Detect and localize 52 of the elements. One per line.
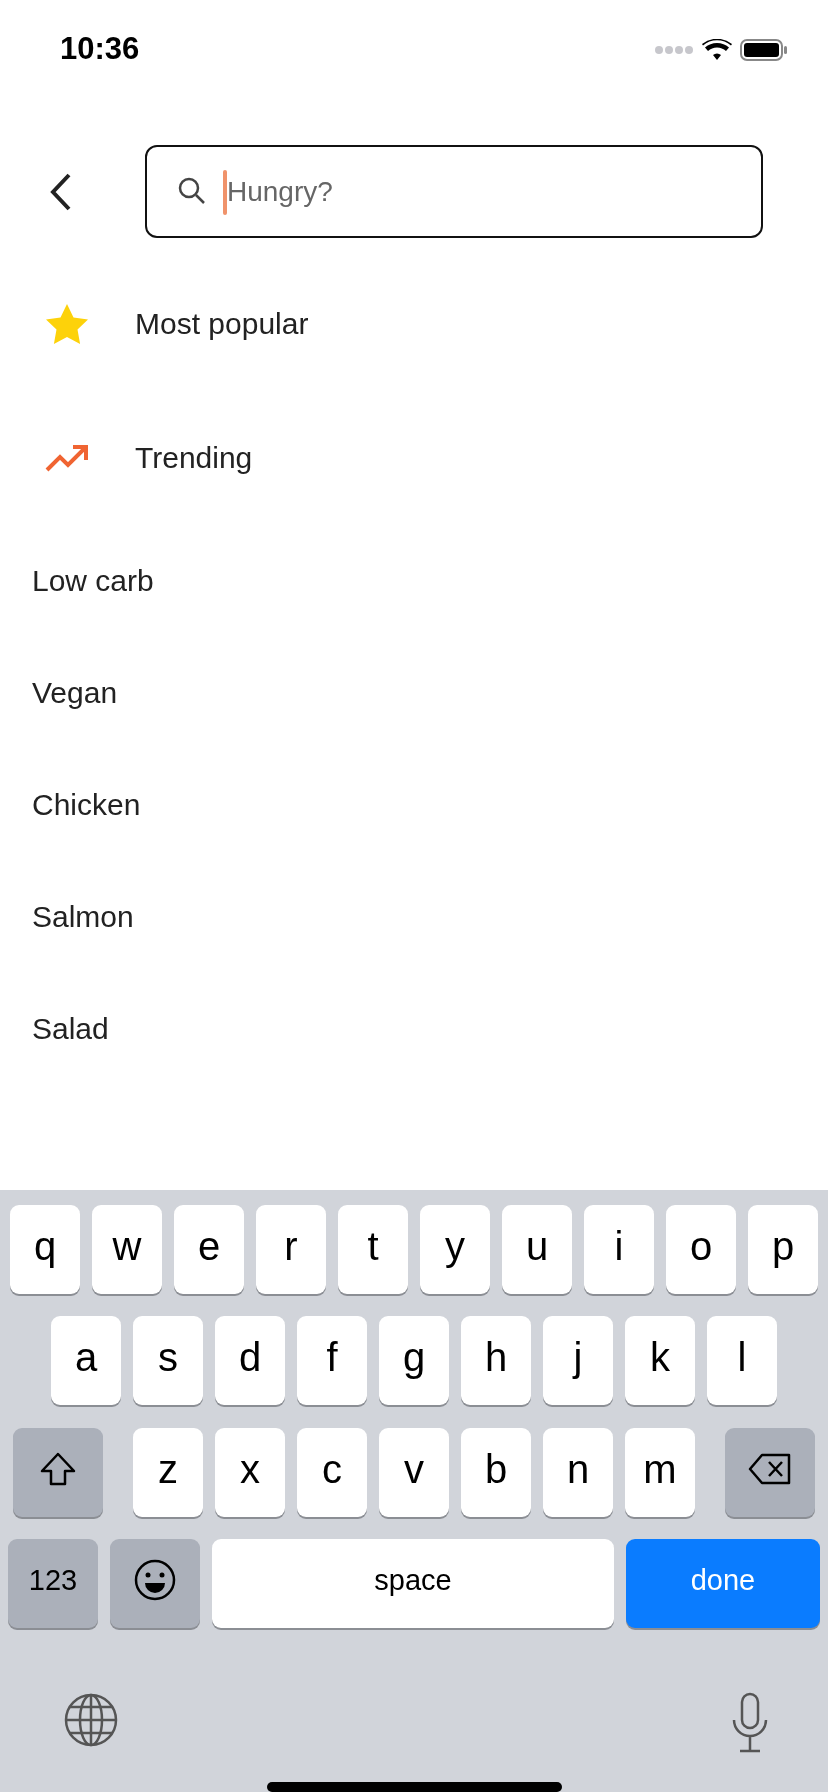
letter-key[interactable]: r <box>256 1205 326 1294</box>
wifi-icon <box>702 39 732 61</box>
status-time: 10:36 <box>60 31 140 67</box>
letter-key[interactable]: x <box>215 1427 285 1517</box>
letter-key[interactable]: u <box>502 1205 572 1294</box>
category-item[interactable]: Salad <box>32 1012 109 1046</box>
letter-key[interactable]: b <box>461 1427 531 1517</box>
letter-key[interactable]: z <box>133 1427 203 1517</box>
letter-key[interactable]: j <box>543 1316 613 1406</box>
numbers-key[interactable]: 123 <box>8 1538 98 1628</box>
letter-key[interactable]: n <box>543 1427 613 1517</box>
letter-key[interactable]: c <box>297 1427 367 1517</box>
letter-key[interactable]: s <box>133 1316 203 1406</box>
letter-key[interactable]: t <box>338 1205 408 1294</box>
letter-key[interactable]: h <box>461 1316 531 1406</box>
letter-key[interactable]: g <box>379 1316 449 1406</box>
category-item[interactable]: Chicken <box>32 788 141 822</box>
emoji-key[interactable] <box>110 1538 200 1628</box>
letter-key[interactable]: a <box>51 1316 121 1406</box>
letter-key[interactable]: o <box>666 1205 736 1294</box>
letter-key[interactable]: f <box>297 1316 367 1406</box>
letter-key[interactable]: v <box>379 1427 449 1517</box>
globe-icon[interactable] <box>63 1692 119 1749</box>
done-key[interactable]: done <box>626 1538 820 1628</box>
space-key[interactable]: space <box>212 1538 614 1628</box>
letter-key[interactable]: d <box>215 1316 285 1406</box>
backspace-icon <box>748 1453 792 1486</box>
trending-up-icon <box>45 443 89 473</box>
category-item[interactable]: Low carb <box>32 564 154 598</box>
delete-key[interactable] <box>725 1427 815 1517</box>
search-icon <box>177 176 207 206</box>
suggestion-item[interactable]: Most popular <box>135 307 309 341</box>
battery-icon <box>740 39 788 61</box>
letter-key[interactable]: l <box>707 1316 777 1406</box>
smiley-icon <box>133 1558 177 1603</box>
microphone-icon[interactable] <box>730 1692 770 1755</box>
letter-key[interactable]: y <box>420 1205 490 1294</box>
suggestion-item[interactable]: Trending <box>135 441 253 475</box>
letter-key[interactable]: i <box>584 1205 654 1294</box>
category-item[interactable]: Salmon <box>32 900 134 934</box>
letter-key[interactable]: q <box>10 1205 80 1294</box>
letter-key[interactable]: w <box>92 1205 162 1294</box>
letter-key[interactable]: p <box>748 1205 818 1294</box>
star-icon <box>45 303 89 345</box>
letter-key[interactable]: e <box>174 1205 244 1294</box>
shift-key[interactable] <box>13 1427 103 1517</box>
letter-key[interactable]: m <box>625 1427 695 1517</box>
category-item[interactable]: Vegan <box>32 676 118 710</box>
letter-key[interactable]: k <box>625 1316 695 1406</box>
search-field[interactable]: Hungry? <box>145 145 763 238</box>
signal-icon <box>654 45 694 55</box>
shift-arrow-icon <box>39 1451 77 1488</box>
